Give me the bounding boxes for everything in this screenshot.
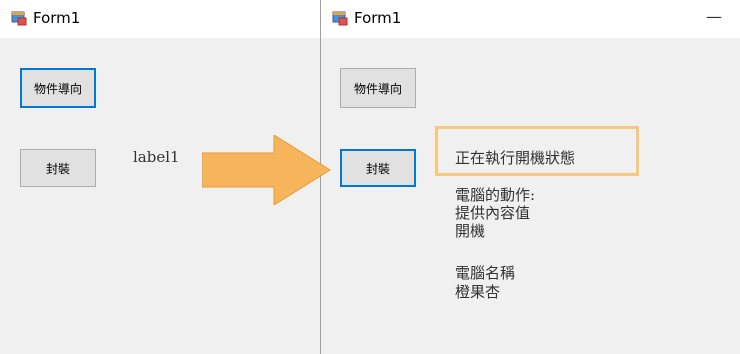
app-form-icon: [11, 11, 27, 26]
oop-button[interactable]: 物件導向: [20, 68, 96, 108]
computer-name-value-label: 橙果杏: [455, 283, 501, 301]
encapsulation-button[interactable]: 封裝: [340, 149, 416, 187]
title-bar[interactable]: Form1: [0, 0, 320, 38]
actions-title-label: 電腦的動作:: [455, 186, 536, 204]
window-title: Form1: [33, 9, 81, 27]
app-form-icon: [332, 11, 348, 26]
computer-name-title-label: 電腦名稱: [455, 264, 516, 282]
encapsulation-button[interactable]: 封裝: [20, 149, 96, 187]
right-form-window: Form1 — 物件導向 封裝 正在執行開機狀態 電腦的動作: 提供內容值 開機…: [321, 0, 740, 354]
action-boot-label: 開機: [455, 222, 486, 240]
action-provide-value-label: 提供內容值: [455, 204, 531, 222]
status-highlight-box: [435, 126, 639, 176]
window-title: Form1: [354, 9, 402, 27]
oop-button[interactable]: 物件導向: [340, 68, 416, 108]
minimize-button[interactable]: —: [706, 7, 722, 26]
output-label: label1: [133, 148, 180, 166]
title-bar[interactable]: Form1 —: [321, 0, 740, 38]
right-arrow-icon: [202, 135, 331, 205]
